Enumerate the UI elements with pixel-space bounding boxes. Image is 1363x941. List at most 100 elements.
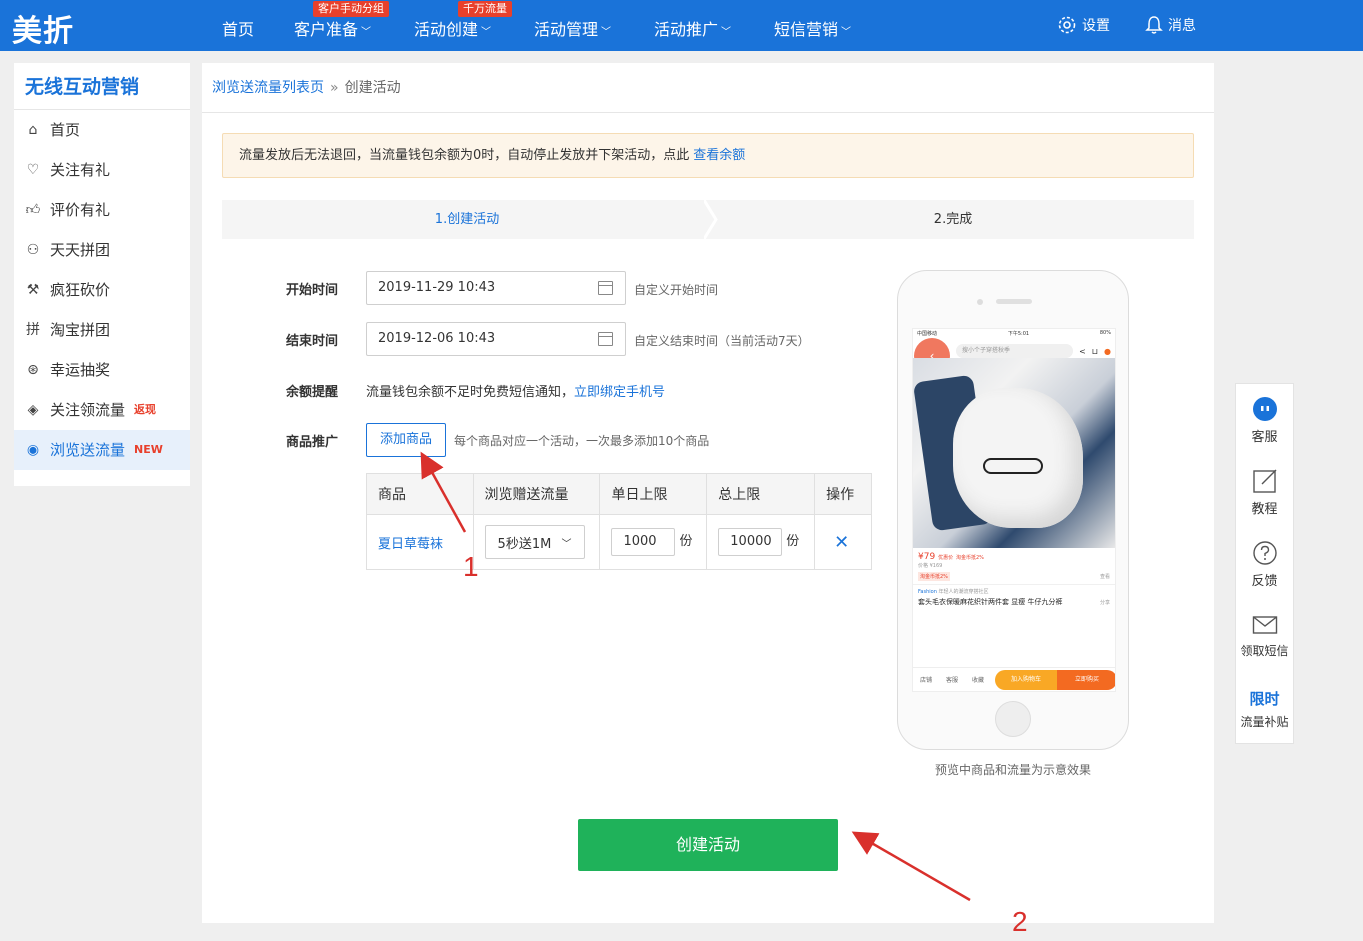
store-line: Fashion 年轻人的潮流穿搭社区 — [913, 584, 1115, 595]
settings-button[interactable]: 设置 — [1057, 15, 1110, 35]
nav-badge-customer-group: 客户手动分组 — [313, 1, 389, 17]
service-icon: 客服 — [945, 677, 958, 684]
sidebar-item-daily-group[interactable]: ⚇ 天天拼团 — [14, 230, 190, 270]
check-balance-link[interactable]: 查看余额 — [693, 148, 745, 163]
phone-screen: 中国移动 下午5:01 80% ‹ 搜小个子穿搭秋季 < ⊔ ● ¥79 优惠价… — [912, 328, 1116, 692]
phone-status-bar: 中国移动 下午5:01 80% — [917, 330, 1111, 337]
delete-icon[interactable]: ✕ — [826, 532, 849, 553]
tutorial-button[interactable]: 教程 — [1236, 468, 1293, 517]
end-time-hint: 自定义结束时间（当前活动7天） — [634, 334, 810, 348]
step-done: 2.完成 — [933, 212, 973, 227]
sidebar: 无线互动营销 ⌂ 首页 ♡ 关注有礼 👍︎ 评价有礼 ⚇ 天天拼团 ⚒ 疯狂砍价 拼淘宝拼… — [14, 63, 190, 486]
balance-reminder-label: 余额提醒 — [286, 385, 339, 400]
notice-banner: 流量发放后无法退回，当流量钱包余额为0时，自动停止发放并下架活动，点此 查看余额 — [222, 133, 1194, 178]
get-sms-button[interactable]: 领取短信 — [1236, 612, 1293, 659]
messages-button[interactable]: 消息 — [1145, 15, 1196, 35]
sidebar-item-bargain[interactable]: ⚒ 疯狂砍价 — [14, 270, 190, 310]
chevron-down-icon: ﹀ — [721, 27, 732, 38]
sidebar-item-browse-traffic[interactable]: ◉ 浏览送流量 NEW — [14, 430, 190, 470]
step-indicator: 1.创建活动 2.完成 — [222, 200, 1194, 239]
start-time-input[interactable]: 2019-11-29 10:43 — [366, 271, 626, 305]
total-limit-input[interactable]: 10000 — [718, 528, 783, 556]
breadcrumb: 浏览送流量列表页 » 创建活动 — [202, 63, 1214, 113]
calendar-icon — [598, 332, 613, 346]
col-header-action: 操作 — [814, 473, 872, 515]
total-limit-unit: 份 — [786, 534, 800, 549]
bind-phone-link[interactable]: 立即绑定手机号 — [574, 385, 665, 400]
daily-limit-unit: 份 — [679, 534, 693, 549]
group-icon: ⚇ — [26, 242, 40, 258]
heart-icon: ♡ — [26, 162, 40, 178]
nav-item-activity-manage[interactable]: 活动管理 ﹀ — [534, 16, 611, 40]
share-label: 分享 — [1099, 600, 1110, 606]
nav-item-sms-marketing[interactable]: 短信营销 ﹀ — [774, 16, 851, 40]
col-header-traffic: 浏览赠送流量 — [472, 473, 601, 515]
buy-now-button: 立即购买 — [1057, 669, 1115, 690]
nav-item-home[interactable]: 首页 — [222, 16, 254, 40]
favorite-icon: 收藏 — [971, 677, 984, 684]
main-content: 浏览送流量列表页 » 创建活动 流量发放后无法退回，当流量钱包余额为0时，自动停止发… — [202, 63, 1214, 923]
sidebar-item-review-gift[interactable]: 👍︎ 评价有礼 — [14, 190, 190, 230]
sidebar-item-follow-traffic[interactable]: ◈ 关注领流量 返现 — [14, 390, 190, 430]
step-create: 1.创建活动 — [434, 212, 500, 227]
top-nav-bar: 美折 首页 客户准备 ﹀ 客户手动分组 活动创建 ﹀ 千万流量 活动管理 ﹀ 活动推广… — [0, 0, 1363, 51]
cashback-tag: 返现 — [134, 403, 157, 416]
breadcrumb-parent-link[interactable]: 浏览送流量列表页 — [212, 80, 324, 96]
customer-service-button[interactable]: 客服 — [1236, 396, 1293, 445]
end-time-input[interactable]: 2019-12-06 10:43 — [366, 322, 626, 356]
start-time-hint: 自定义开始时间 — [634, 283, 719, 297]
start-time-label: 开始时间 — [286, 283, 339, 298]
calendar-icon — [598, 281, 613, 295]
chevron-down-icon: ﹀ — [481, 27, 492, 38]
goods-table: 商品 浏览赠送流量 单日上限 总上限 操作 夏日草莓袜 5秒送1M ﹀ 1000… — [366, 473, 872, 570]
col-header-total-limit: 总上限 — [706, 473, 816, 515]
customer-service-icon — [1252, 397, 1277, 421]
cart-icon: ⊔ — [1091, 346, 1099, 356]
hammer-icon: ⚒ — [26, 282, 40, 298]
floating-help-panel: 客服 教程 反馈 领取短信 限时 流量补贴 — [1235, 383, 1294, 744]
nav-item-activity-promo[interactable]: 活动推广 ﹀ — [654, 16, 731, 40]
sidebar-item-lottery[interactable]: ⊛ 幸运抽奖 — [14, 350, 190, 390]
annotation-number-1: 1 — [463, 551, 479, 582]
add-goods-hint: 每个商品对应一个活动，一次最多添加10个商品 — [454, 434, 710, 448]
sidebar-item-follow-gift[interactable]: ♡ 关注有礼 — [14, 150, 190, 190]
nav-item-customer-prep[interactable]: 客户准备 ﹀ — [294, 16, 371, 40]
old-price: 价格 ¥169 — [918, 563, 943, 569]
notice-text: 流量发放后无法退回，当流量钱包余额为0时，自动停止发放并下架活动，点此 — [239, 148, 690, 163]
phone-camera — [977, 299, 983, 305]
annotation-number-2: 2 — [1012, 906, 1028, 937]
nav-item-activity-create[interactable]: 活动创建 ﹀ — [414, 16, 491, 40]
end-time-label: 结束时间 — [286, 334, 339, 349]
create-activity-button[interactable]: 创建活动 — [578, 819, 838, 871]
message-icon: ● — [1104, 346, 1111, 356]
chevron-down-icon: ﹀ — [841, 27, 852, 38]
location-icon: ◈ — [27, 402, 39, 418]
breadcrumb-separator: » — [330, 80, 339, 96]
sidebar-title: 无线互动营销 — [14, 63, 190, 110]
phone-search-bar: 搜小个子穿搭秋季 — [956, 344, 1074, 358]
phone-speaker — [996, 299, 1032, 304]
product-title: 套头毛衣保暖麻花织针两件套 显瘦 牛仔九分裤 — [918, 598, 1063, 606]
col-header-goods: 商品 — [366, 473, 474, 515]
thumbs-up-icon: 👍︎ — [25, 202, 41, 218]
feedback-button[interactable]: 反馈 — [1236, 540, 1293, 589]
traffic-subsidy-button[interactable]: 限时 流量补贴 — [1236, 688, 1293, 730]
logo[interactable]: 美折 — [12, 6, 74, 50]
sidebar-item-home[interactable]: ⌂ 首页 — [14, 110, 190, 150]
col-header-daily-limit: 单日上限 — [599, 473, 708, 515]
shop-icon: 店铺 — [919, 677, 932, 684]
balance-reminder-text: 流量钱包余额不足时免费短信通知，立即绑定手机号 — [366, 385, 666, 400]
chevron-down-icon: ﹀ — [561, 538, 572, 550]
add-to-cart-button: 加入购物车 — [995, 669, 1057, 690]
product-glasses — [983, 458, 1043, 474]
sidebar-item-taobao-group[interactable]: 拼淘宝拼团 — [14, 310, 190, 350]
new-tag: NEW — [134, 443, 163, 456]
goods-name-link[interactable]: 夏日草莓袜 — [378, 537, 443, 552]
daily-limit-input[interactable]: 1000 — [611, 528, 676, 556]
view-more: 查看 — [1099, 574, 1110, 580]
phone-preview: 中国移动 下午5:01 80% ‹ 搜小个子穿搭秋季 < ⊔ ● ¥79 优惠价… — [897, 270, 1129, 750]
add-goods-button[interactable]: 添加商品 — [366, 423, 446, 457]
traffic-select[interactable]: 5秒送1M ﹀ — [484, 525, 585, 559]
phone-bottom-bar: 店铺 客服 收藏 加入购物车 立即购买 — [913, 667, 1115, 691]
nav-badge-traffic: 千万流量 — [458, 1, 512, 17]
